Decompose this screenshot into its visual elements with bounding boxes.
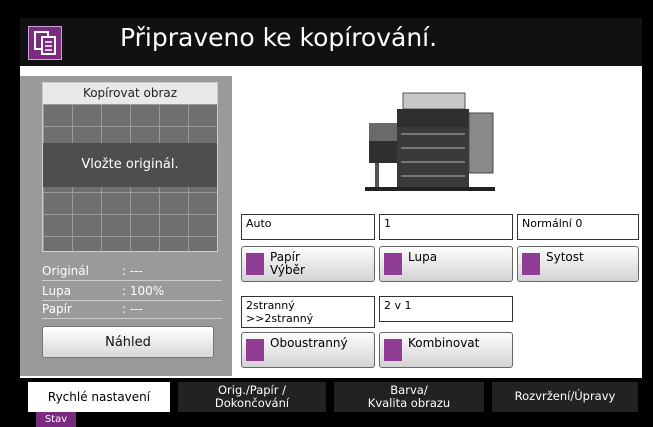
- preview-title: Kopírovat obraz: [43, 83, 217, 104]
- chevron-up-icon: [246, 253, 264, 275]
- copy-image-preview: Kopírovat obraz Vložte originál.: [42, 82, 218, 252]
- tab-original-paper-finishing[interactable]: Orig./Papír / Dokončování: [178, 382, 326, 412]
- preview-button[interactable]: Náhled: [42, 326, 214, 358]
- info-paper: Papír : ---: [42, 302, 143, 317]
- combine-button[interactable]: Kombinovat: [379, 332, 513, 368]
- info-original: Originál : ---: [42, 264, 143, 279]
- copy-screen: Připraveno ke kopírování. Kopírovat obra…: [20, 18, 642, 427]
- copy-document-icon: [28, 26, 62, 60]
- tab-color-image-quality[interactable]: Barva/Kvalita obrazu: [334, 382, 484, 412]
- combine-label: Kombinovat: [408, 336, 480, 350]
- info-zoom: Lupa : 100%: [42, 284, 164, 299]
- printer-icon: [365, 83, 505, 201]
- info-value: : 100%: [122, 284, 165, 298]
- insert-original-message: Vložte originál.: [43, 143, 217, 187]
- chevron-up-icon: [384, 253, 402, 275]
- duplex-button[interactable]: Oboustranný: [241, 332, 375, 368]
- page-title: Připraveno ke kopírování.: [120, 23, 438, 52]
- status-bar: Stav: [20, 412, 642, 427]
- tab-quick-setup[interactable]: Rychlé nastavení: [28, 382, 170, 412]
- info-label: Lupa: [42, 284, 72, 298]
- zoom-label: Lupa: [408, 250, 438, 264]
- zoom-button[interactable]: Lupa: [379, 246, 513, 282]
- divider: [42, 318, 222, 319]
- paper-selection-button[interactable]: Papír Výběr: [241, 246, 375, 282]
- paper-selection-label: Papír Výběr: [270, 250, 305, 277]
- duplex-label: Oboustranný: [270, 336, 348, 350]
- tab-layout-edit[interactable]: Rozvržení/Úpravy: [492, 382, 638, 412]
- paper-value: Auto: [241, 214, 375, 240]
- info-label: Originál: [42, 264, 89, 278]
- divider: [42, 300, 222, 301]
- chevron-up-icon: [522, 253, 540, 275]
- chevron-up-icon: [246, 339, 264, 361]
- combine-value: 2 v 1: [379, 296, 513, 322]
- divider: [42, 280, 222, 281]
- tab-bar: Rychlé nastavení Orig./Papír / Dokončován…: [20, 378, 642, 412]
- density-value: Normální 0: [517, 214, 639, 240]
- zoom-value: 1: [379, 214, 513, 240]
- info-value: : ---: [122, 264, 143, 278]
- density-label: Sytost: [546, 250, 584, 264]
- header-bar: Připraveno ke kopírování.: [20, 18, 642, 66]
- info-label: Papír: [42, 302, 72, 316]
- info-value: : ---: [122, 302, 143, 316]
- status-button[interactable]: Stav: [36, 412, 76, 427]
- density-button[interactable]: Sytost: [517, 246, 639, 282]
- duplex-value: 2stranný >>2stranný: [241, 296, 375, 328]
- chevron-up-icon: [384, 339, 402, 361]
